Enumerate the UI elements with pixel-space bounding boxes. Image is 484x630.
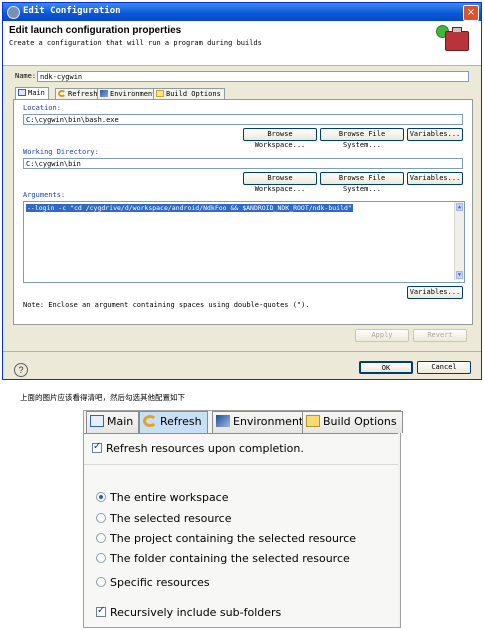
radio-folder-containing[interactable]: The folder containing the selected resou… (96, 552, 350, 565)
tab-build-options-label: Build Options (166, 90, 221, 98)
zoom-tab-refresh-label: Refresh (160, 415, 202, 428)
radio-unselected-icon (96, 577, 106, 587)
location-label: Location: (23, 104, 61, 112)
radio-selected-resource[interactable]: The selected resource (96, 512, 231, 525)
location-browse-filesystem-button[interactable]: Browse File System... (320, 128, 404, 149)
radio-project-containing-label: The project containing the selected reso… (110, 532, 357, 545)
caption-text: 上面的图片应该看得清吧，然后勾选其他配置如下 (20, 393, 185, 402)
radio-entire-workspace-label: The entire workspace (110, 491, 229, 504)
zoom-tab-build-options[interactable]: Build Options (302, 411, 403, 433)
name-label: Name: (15, 72, 37, 80)
header-title: Edit launch configuration properties (9, 25, 182, 36)
tab-environment-label: Environment (110, 90, 157, 98)
refresh-tab-panel: Refresh resources upon completion. The e… (84, 433, 398, 627)
scroll-down-icon[interactable]: ▼ (456, 271, 463, 279)
refresh-icon (58, 90, 66, 97)
zoom-tab-environment[interactable]: Environment (212, 411, 310, 433)
location-field[interactable]: C:\cygwin\bin\bash.exe (23, 114, 463, 125)
divider (84, 464, 398, 465)
radio-specific-resources[interactable]: Specific resources (96, 576, 210, 589)
zoom-tab-refresh[interactable]: Refresh (139, 411, 208, 433)
checkbox-checked-icon (96, 605, 106, 617)
radio-unselected-icon (96, 513, 106, 523)
environment-icon (100, 90, 108, 97)
separator (3, 351, 481, 352)
radio-selected-resource-label: The selected resource (110, 512, 232, 525)
workdir-variables-button[interactable]: Variables... (407, 172, 463, 185)
zoom-tab-main[interactable]: Main (86, 411, 140, 433)
environment-icon (216, 415, 230, 427)
arguments-variables-button[interactable]: Variables... (407, 286, 463, 299)
zoom-tab-main-label: Main (107, 415, 134, 428)
refresh-on-completion-label: Refresh resources upon completion. (106, 442, 304, 455)
zoom-tab-build-options-label: Build Options (323, 415, 397, 428)
working-directory-label: Working Directory: (23, 148, 99, 156)
build-options-icon (306, 415, 320, 427)
radio-folder-containing-label: The folder containing the selected resou… (110, 552, 350, 565)
checkbox-checked-icon (92, 441, 102, 453)
location-variables-button[interactable]: Variables... (407, 128, 463, 141)
radio-unselected-icon (96, 533, 106, 543)
edit-configuration-dialog: Edit Configuration × Edit launch configu… (2, 2, 482, 380)
close-button[interactable]: × (463, 5, 479, 21)
apply-button[interactable]: Apply (355, 329, 409, 342)
radio-unselected-icon (96, 553, 106, 563)
dialog-header: Edit launch configuration properties Cre… (3, 21, 481, 66)
tab-main-label: Main (28, 89, 45, 97)
workdir-browse-filesystem-button[interactable]: Browse File System... (320, 172, 404, 193)
radio-selected-icon (96, 492, 106, 502)
recursive-subfolders-label: Recursively include sub-folders (110, 606, 282, 619)
cancel-button[interactable]: Cancel (417, 361, 471, 374)
main-tab-icon (18, 89, 26, 96)
radio-specific-resources-label: Specific resources (110, 576, 210, 589)
toolbox-icon (445, 27, 469, 51)
arguments-scrollbar[interactable]: ▲ ▼ (454, 202, 464, 280)
help-icon[interactable]: ? (14, 363, 28, 377)
location-browse-workspace-button[interactable]: Browse Workspace... (243, 128, 317, 149)
recursive-subfolders-checkbox[interactable]: Recursively include sub-folders (96, 605, 282, 619)
refresh-icon (143, 415, 157, 427)
scroll-up-icon[interactable]: ▲ (456, 203, 463, 211)
arguments-note: Note: Enclose an argument containing spa… (23, 301, 310, 309)
header-description: Create a configuration that will run a p… (9, 39, 262, 47)
arguments-textarea[interactable]: --login -c "cd /cygdrive/d/workspace/and… (23, 201, 465, 283)
main-tab-icon (90, 415, 104, 427)
ok-button[interactable]: OK (359, 361, 413, 374)
radio-entire-workspace[interactable]: The entire workspace (96, 491, 229, 504)
name-field[interactable]: ndk-cygwin (37, 71, 469, 82)
revert-button[interactable]: Revert (413, 329, 467, 342)
arguments-label: Arguments: (23, 191, 66, 199)
app-icon (7, 6, 20, 19)
title-bar[interactable]: Edit Configuration × (3, 3, 481, 21)
tab-refresh-label: Refresh (68, 90, 98, 98)
radio-project-containing[interactable]: The project containing the selected reso… (96, 532, 356, 545)
workdir-browse-workspace-button[interactable]: Browse Workspace... (243, 172, 317, 193)
arguments-text: --login -c "cd /cygdrive/d/workspace/and… (26, 204, 353, 212)
build-options-icon (156, 90, 164, 97)
refresh-on-completion-checkbox[interactable]: Refresh resources upon completion. (92, 441, 304, 455)
window-title: Edit Configuration (23, 6, 121, 16)
zoom-tab-environment-label: Environment (233, 415, 304, 428)
refresh-tab-screenshot: Main Refresh Environment Build Options R… (83, 410, 403, 628)
working-directory-field[interactable]: C:\cygwin\bin (23, 158, 463, 169)
